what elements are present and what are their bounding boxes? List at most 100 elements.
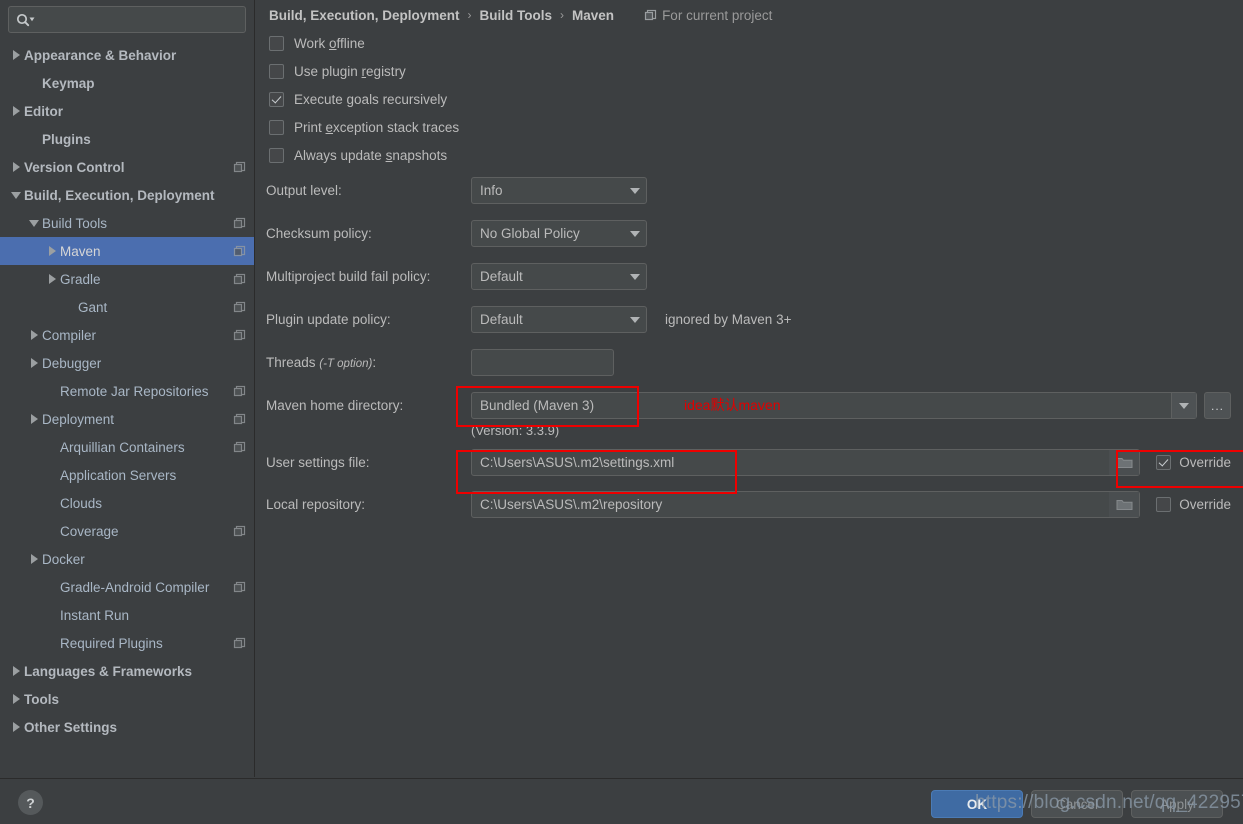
chevron-right-icon[interactable]: [26, 405, 42, 433]
sidebar-item-maven[interactable]: Maven: [0, 237, 254, 265]
sidebar-item-version-control[interactable]: Version Control: [0, 153, 254, 181]
sidebar-item-keymap[interactable]: Keymap: [0, 69, 254, 97]
sidebar-item-plugins[interactable]: Plugins: [0, 125, 254, 153]
chevron-right-icon[interactable]: [26, 321, 42, 349]
search-input[interactable]: [8, 6, 246, 33]
user-settings-override-checkbox[interactable]: [1156, 454, 1172, 470]
sidebar-item-deployment[interactable]: Deployment: [0, 405, 254, 433]
sidebar-item-required-plugins[interactable]: Required Plugins: [0, 629, 254, 657]
checkbox-row-use-plugin-registry[interactable]: Use plugin registry: [256, 57, 1243, 85]
sidebar-item-editor[interactable]: Editor: [0, 97, 254, 125]
sidebar-item-remote-jar-repositories[interactable]: Remote Jar Repositories: [0, 377, 254, 405]
plugin-update-policy-select[interactable]: Default: [471, 306, 647, 333]
sidebar-item-build-tools[interactable]: Build Tools: [0, 209, 254, 237]
breadcrumb-segment[interactable]: Build, Execution, Deployment: [269, 8, 460, 23]
folder-icon[interactable]: [1109, 449, 1140, 475]
sidebar-item-languages-frameworks[interactable]: Languages & Frameworks: [0, 657, 254, 685]
output-level-select[interactable]: Info: [471, 177, 647, 204]
checkbox-use-plugin-registry[interactable]: [269, 63, 284, 79]
chevron-down-icon: [630, 187, 640, 194]
sidebar-item-label: Required Plugins: [60, 635, 163, 651]
sidebar-item-gradle-android-compiler[interactable]: Gradle-Android Compiler: [0, 573, 254, 601]
row-user-settings-file: User settings file: C:\Users\ASUS\.m2\se…: [256, 441, 1243, 483]
sidebar-item-label: Gant: [78, 299, 108, 315]
sidebar-item-appearance-behavior[interactable]: Appearance & Behavior: [0, 41, 254, 69]
annotation-text-maven-default: idea默认maven: [684, 397, 781, 413]
sidebar-item-tools[interactable]: Tools: [0, 685, 254, 713]
chevron-down-icon[interactable]: [8, 181, 24, 209]
sidebar-item-label: Languages & Frameworks: [24, 663, 193, 679]
sidebar-item-debugger[interactable]: Debugger: [0, 349, 254, 377]
search-container: [0, 0, 254, 33]
checkbox-execute-goals-recursively[interactable]: [269, 91, 284, 107]
output-level-label: Output level:: [266, 183, 342, 198]
plugin-update-policy-value: Default: [480, 312, 523, 327]
sidebar-item-label: Version Control: [24, 159, 125, 175]
sidebar-item-build-execution-deployment[interactable]: Build, Execution, Deployment: [0, 181, 254, 209]
triangle-glyph: [48, 274, 56, 284]
sidebar-item-arquillian-containers[interactable]: Arquillian Containers: [0, 433, 254, 461]
chevron-right-icon[interactable]: [26, 545, 42, 573]
sidebar-item-application-servers[interactable]: Application Servers: [0, 461, 254, 489]
breadcrumb: Build, Execution, Deployment › Build Tools…: [256, 1, 1243, 29]
project-scope-icon: [233, 525, 246, 538]
settings-main-panel: Build, Execution, Deployment › Build Tools…: [256, 0, 1243, 777]
sidebar-item-docker[interactable]: Docker: [0, 545, 254, 573]
multiproject-policy-select[interactable]: Default: [471, 263, 647, 290]
local-repo-input[interactable]: C:\Users\ASUS\.m2\repository: [471, 490, 1141, 518]
label-mnemonic: g: [346, 91, 355, 107]
threads-label-main: Threads: [266, 355, 320, 370]
breadcrumb-segment[interactable]: Build Tools: [480, 8, 553, 23]
maven-home-dropdown-button[interactable]: [1171, 393, 1196, 418]
local-repo-override-checkbox[interactable]: [1156, 496, 1172, 512]
chevron-right-icon[interactable]: [26, 349, 42, 377]
sidebar-item-label: Debugger: [42, 355, 102, 371]
label-suffix: xception stack traces: [333, 119, 460, 135]
chevron-right-icon[interactable]: [8, 41, 24, 69]
breadcrumb-separator: ›: [467, 8, 472, 22]
sidebar-item-label: Instant Run: [60, 607, 130, 623]
chevron-down-icon[interactable]: [26, 209, 42, 237]
chevron-right-icon[interactable]: [8, 657, 24, 685]
chevron-down-icon: [1179, 402, 1189, 409]
sidebar-item-label: Compiler: [42, 327, 97, 343]
checkbox-row-always-update-snapshots[interactable]: Always update snapshots: [256, 141, 1243, 169]
checkbox-always-update-snapshots[interactable]: [269, 147, 284, 163]
checkbox-print-exception-stack-traces[interactable]: [269, 119, 284, 135]
sidebar-item-coverage[interactable]: Coverage: [0, 517, 254, 545]
sidebar-item-compiler[interactable]: Compiler: [0, 321, 254, 349]
chevron-right-icon[interactable]: [8, 713, 24, 741]
checkbox-label: Use plugin registry: [294, 64, 406, 79]
sidebar-item-gant[interactable]: Gant: [0, 293, 254, 321]
local-repo-override[interactable]: Override: [1156, 496, 1231, 512]
chevron-right-icon[interactable]: [8, 153, 24, 181]
chevron-right-icon[interactable]: [44, 265, 60, 293]
checkbox-row-work-offline[interactable]: Work offline: [256, 29, 1243, 57]
user-settings-input[interactable]: C:\Users\ASUS\.m2\settings.xml: [471, 448, 1141, 476]
user-settings-override[interactable]: Override: [1156, 454, 1231, 470]
checksum-policy-select[interactable]: No Global Policy: [471, 220, 647, 247]
label-prefix: Use plugin: [294, 63, 362, 79]
threads-label: Threads (-T option):: [266, 355, 471, 370]
output-level-value: Info: [480, 183, 503, 198]
help-button[interactable]: ?: [18, 790, 43, 815]
checkbox-work-offline[interactable]: [269, 35, 284, 51]
maven-home-browse-button[interactable]: ...: [1204, 392, 1231, 419]
folder-icon[interactable]: [1109, 491, 1140, 517]
checkbox-row-execute-goals-recursively[interactable]: Execute goals recursively: [256, 85, 1243, 113]
sidebar-item-instant-run[interactable]: Instant Run: [0, 601, 254, 629]
chevron-right-icon[interactable]: [8, 97, 24, 125]
threads-input[interactable]: [471, 349, 614, 376]
settings-sidebar: Appearance & Behavior Keymap Editor Plugins…: [0, 0, 255, 777]
sidebar-item-label: Build Tools: [42, 215, 108, 231]
breadcrumb-segment[interactable]: Maven: [572, 8, 614, 23]
chevron-right-icon[interactable]: [44, 237, 60, 265]
sidebar-item-clouds[interactable]: Clouds: [0, 489, 254, 517]
sidebar-item-other-settings[interactable]: Other Settings: [0, 713, 254, 741]
maven-home-select[interactable]: Bundled (Maven 3): [471, 392, 1197, 419]
multiproject-policy-value: Default: [480, 269, 523, 284]
checkbox-row-print-exception-stack-traces[interactable]: Print exception stack traces: [256, 113, 1243, 141]
sidebar-item-gradle[interactable]: Gradle: [0, 265, 254, 293]
settings-tree: Appearance & Behavior Keymap Editor Plugins…: [0, 41, 254, 741]
chevron-right-icon[interactable]: [8, 685, 24, 713]
